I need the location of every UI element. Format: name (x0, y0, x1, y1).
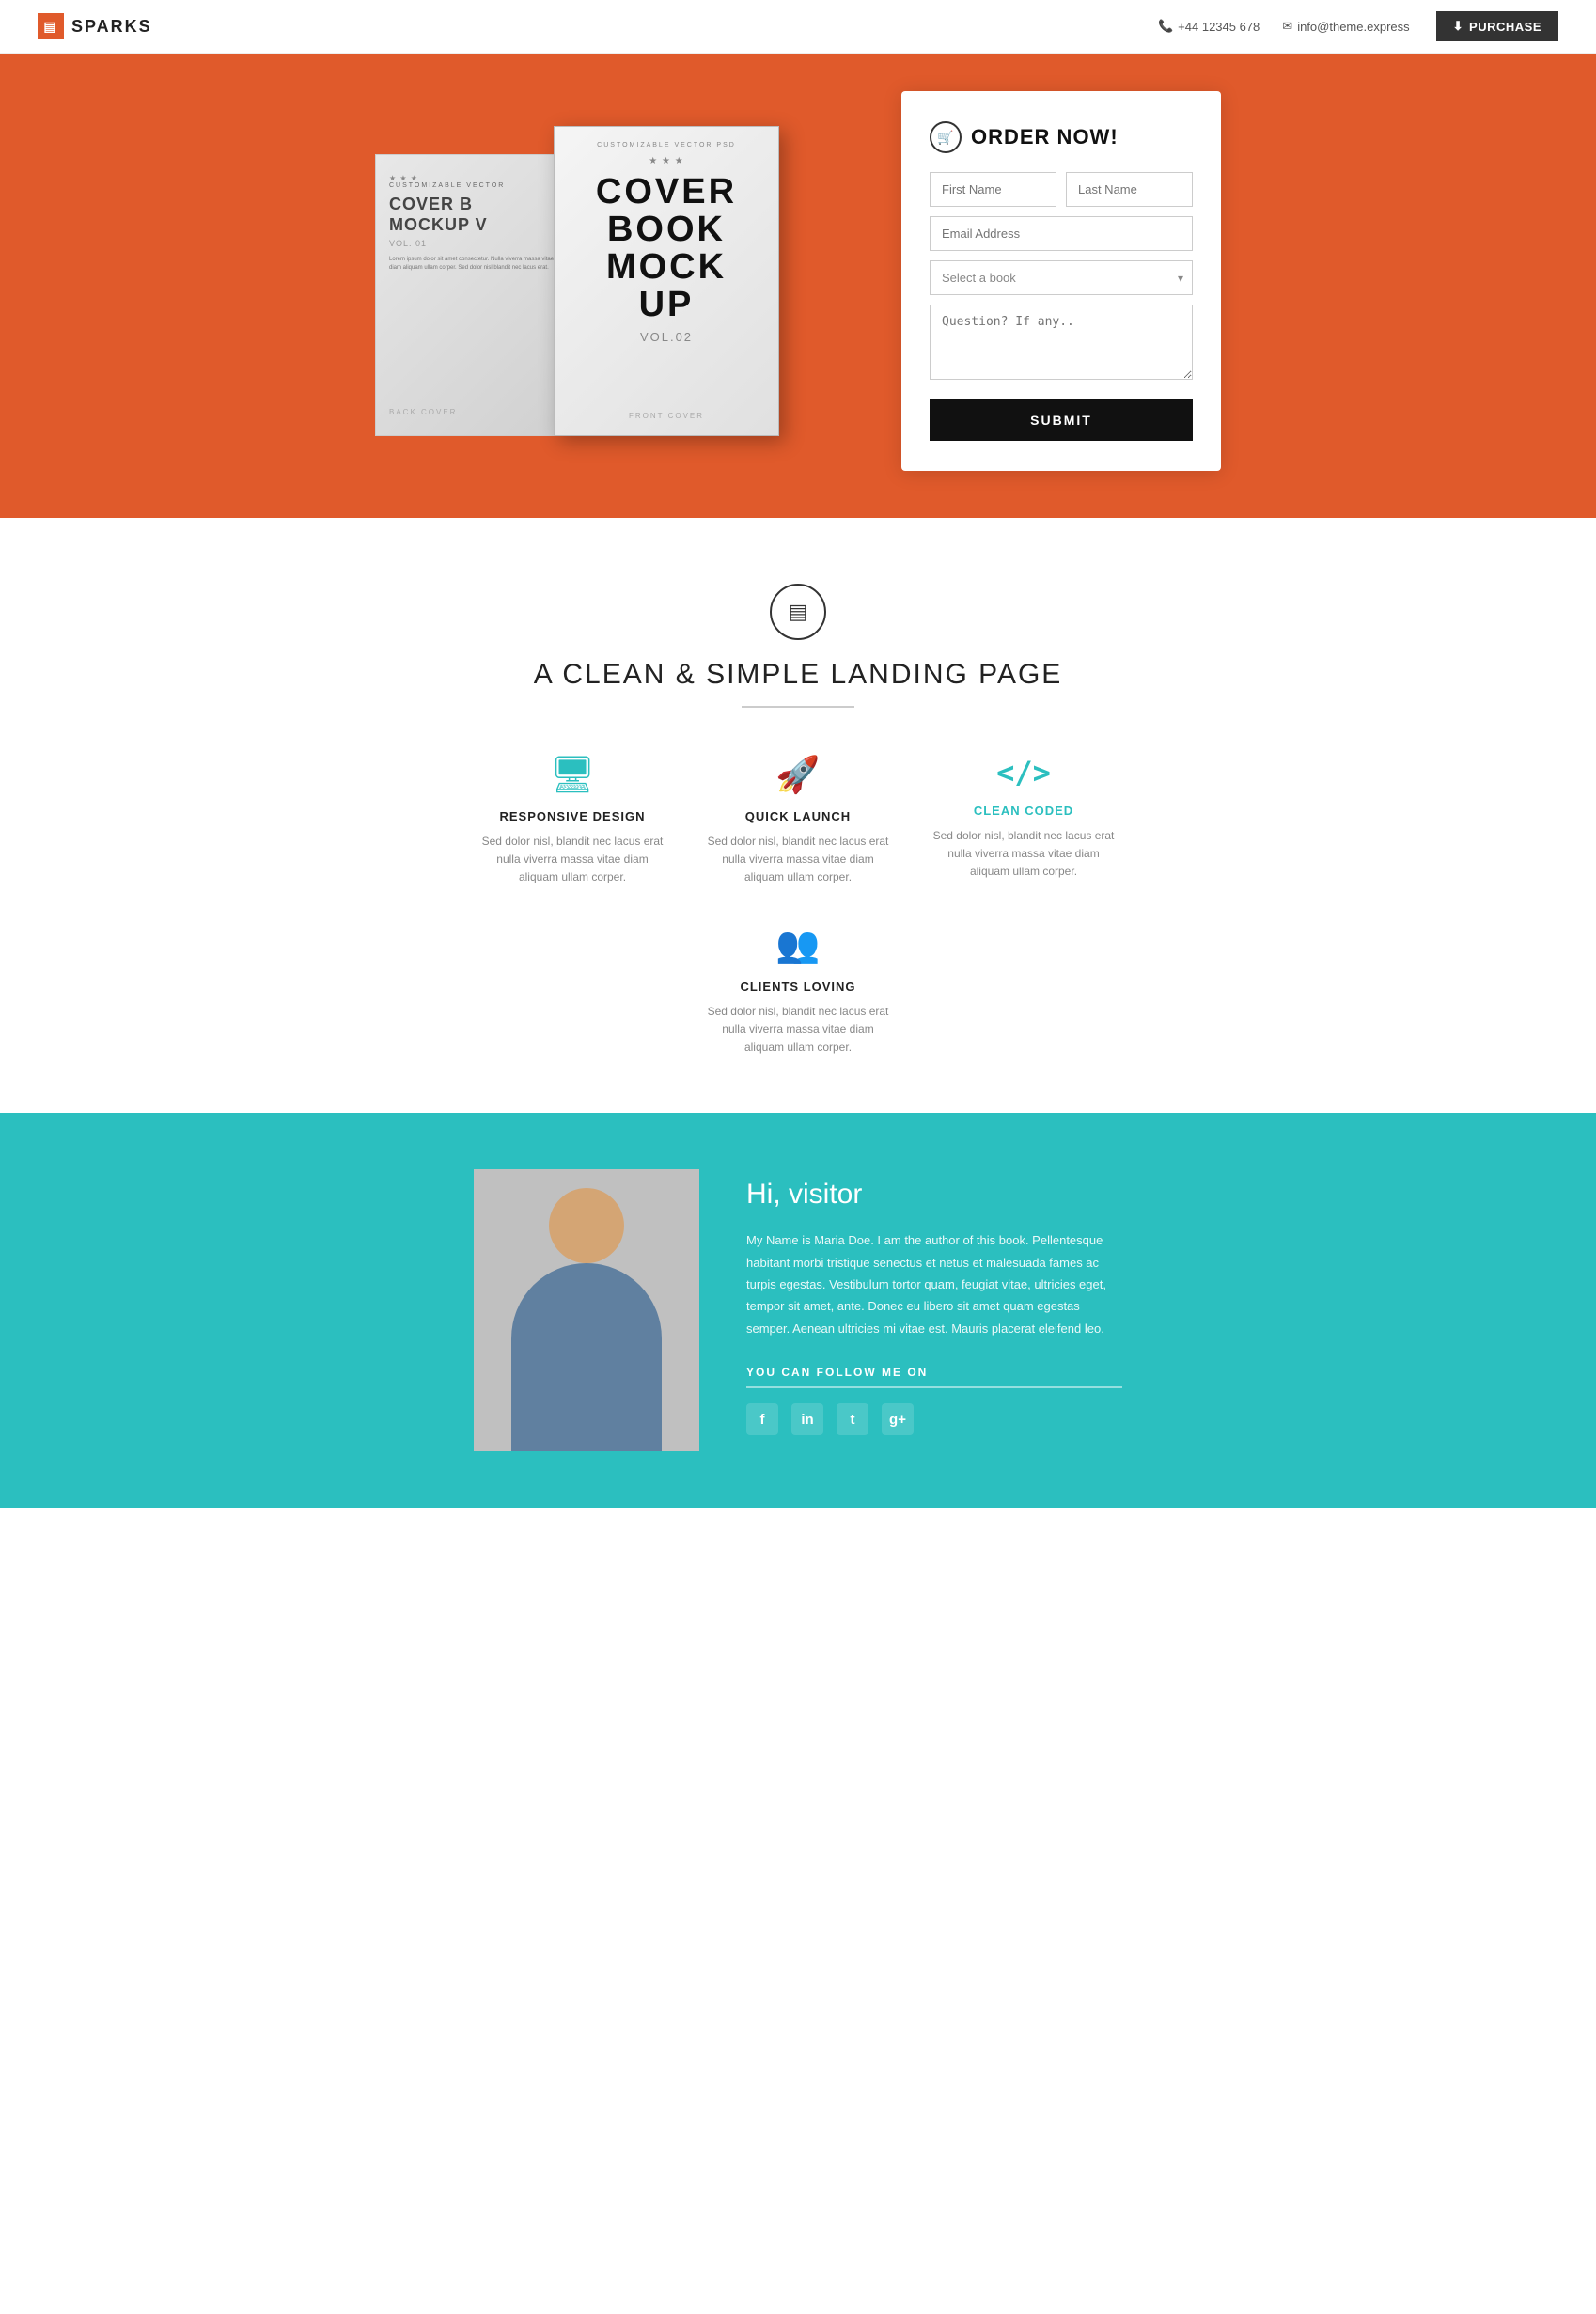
features-icon-circle: ▤ (770, 584, 826, 640)
phone-number: +44 12345 678 (1178, 20, 1260, 34)
header: ▤ SPARKS 📞 +44 12345 678 ✉ info@theme.ex… (0, 0, 1596, 54)
feature-launch: 🚀 QUICK LAUNCH Sed dolor nisl, blandit n… (704, 755, 892, 887)
facebook-icon[interactable]: f (746, 1403, 778, 1435)
logo-icon: ▤ (38, 13, 64, 39)
phone-contact: 📞 +44 12345 678 (1158, 19, 1260, 34)
features-grid: 🖥 RESPONSIVE DESIGN Sed dolor nisl, blan… (375, 755, 1221, 1056)
feature-coded-desc: Sed dolor nisl, blandit nec lacus erat n… (930, 827, 1118, 882)
feature-clients: 👥 CLIENTS LOVING Sed dolor nisl, blandit… (704, 925, 892, 1057)
monitor-icon: 🖥 (478, 755, 666, 796)
front-stars: ★ ★ ★ (649, 156, 683, 166)
feature-launch-desc: Sed dolor nisl, blandit nec lacus erat n… (704, 833, 892, 887)
cart-icon-circle: 🛒 (930, 121, 962, 153)
googleplus-icon[interactable]: g+ (882, 1403, 914, 1435)
author-section: Hi, visitor My Name is Maria Doe. I am t… (0, 1113, 1596, 1508)
features-section: ▤ A CLEAN & SIMPLE LANDING PAGE 🖥 RESPON… (0, 518, 1596, 1113)
purchase-label: PURCHASE (1469, 20, 1541, 34)
feature-coded-title: CLEAN CODED (930, 804, 1118, 818)
author-photo-wrap (474, 1169, 699, 1451)
author-bio: My Name is Maria Doe. I am the author of… (746, 1229, 1122, 1339)
feature-responsive-desc: Sed dolor nisl, blandit nec lacus erat n… (478, 833, 666, 887)
book-select[interactable]: Select a book Book Vol. 01 Book Vol. 02 … (930, 260, 1193, 295)
feature-launch-title: QUICK LAUNCH (704, 809, 892, 823)
phone-icon: 📞 (1158, 19, 1173, 34)
book-icon: ▤ (789, 600, 808, 624)
code-icon: </> (930, 755, 1118, 790)
email-address: info@theme.express (1297, 20, 1409, 34)
question-textarea[interactable] (930, 305, 1193, 380)
name-row (930, 172, 1193, 207)
social-icons: f in t g+ (746, 1403, 1122, 1435)
header-right: 📞 +44 12345 678 ✉ info@theme.express ⬇ P… (1158, 11, 1558, 41)
logo-text: SPARKS (71, 17, 152, 37)
feature-clients-desc: Sed dolor nisl, blandit nec lacus erat n… (704, 1003, 892, 1057)
book-vol: VOL.02 (640, 330, 693, 344)
people-icon: 👥 (704, 925, 892, 966)
twitter-icon[interactable]: t (837, 1403, 868, 1435)
follow-label: YOU CAN FOLLOW ME ON (746, 1366, 1122, 1388)
section-title: A CLEAN & SIMPLE LANDING PAGE (38, 659, 1558, 691)
author-head-shape (549, 1188, 624, 1263)
book-back: ★ ★ ★ CUSTOMIZABLE VECTOR COVER BMOCKUP … (375, 154, 572, 436)
feature-clients-title: CLIENTS LOVING (704, 979, 892, 993)
header-contact: 📞 +44 12345 678 ✉ info@theme.express (1158, 19, 1410, 34)
email-contact: ✉ info@theme.express (1282, 19, 1409, 34)
last-name-input[interactable] (1066, 172, 1193, 207)
book-back-label-small: CUSTOMIZABLE VECTOR (389, 182, 505, 189)
author-info: Hi, visitor My Name is Maria Doe. I am t… (746, 1169, 1122, 1435)
front-cover-label: FRONT COVER (629, 412, 704, 420)
stars: ★ ★ ★ (389, 174, 418, 182)
logo: ▤ SPARKS (38, 13, 152, 39)
section-divider (742, 706, 854, 708)
book-back-title: COVER BMOCKUP V (389, 195, 488, 235)
author-greeting: Hi, visitor (746, 1179, 1122, 1211)
download-icon: ⬇ (1453, 19, 1463, 34)
book-back-text: Lorem ipsum dolor sit amet consectetur. … (389, 256, 558, 272)
feature-responsive: 🖥 RESPONSIVE DESIGN Sed dolor nisl, blan… (478, 755, 666, 887)
book-front: CUSTOMIZABLE VECTOR PSD ★ ★ ★ COVERBOOKM… (554, 126, 779, 436)
submit-button[interactable]: SUBMIT (930, 399, 1193, 441)
first-name-input[interactable] (930, 172, 1056, 207)
back-cover-label: BACK COVER (389, 408, 457, 416)
order-title-row: 🛒 ORDER NOW! (930, 121, 1193, 153)
rocket-icon: 🚀 (704, 755, 892, 796)
linkedin-icon[interactable]: in (791, 1403, 823, 1435)
author-photo (474, 1169, 699, 1451)
cart-icon: 🛒 (937, 130, 953, 146)
hero-section: ★ ★ ★ CUSTOMIZABLE VECTOR COVER BMOCKUP … (0, 54, 1596, 518)
book-front-label-small: CUSTOMIZABLE VECTOR PSD (597, 142, 736, 149)
order-form-card: 🛒 ORDER NOW! Select a book Book Vol. 01 … (901, 91, 1221, 471)
book-front-title: COVERBOOKMOCKUP (596, 174, 737, 324)
author-body-shape (511, 1263, 662, 1451)
feature-responsive-title: RESPONSIVE DESIGN (478, 809, 666, 823)
feature-coded: </> CLEAN CODED Sed dolor nisl, blandit … (930, 755, 1118, 887)
book-select-wrapper: Select a book Book Vol. 01 Book Vol. 02 … (930, 260, 1193, 295)
email-icon: ✉ (1282, 19, 1292, 34)
order-title-text: ORDER NOW! (971, 125, 1119, 149)
book-display: ★ ★ ★ CUSTOMIZABLE VECTOR COVER BMOCKUP … (375, 126, 864, 436)
purchase-button[interactable]: ⬇ PURCHASE (1436, 11, 1558, 41)
book-mockup-label: VOL. 01 (389, 239, 427, 248)
email-input[interactable] (930, 216, 1193, 251)
